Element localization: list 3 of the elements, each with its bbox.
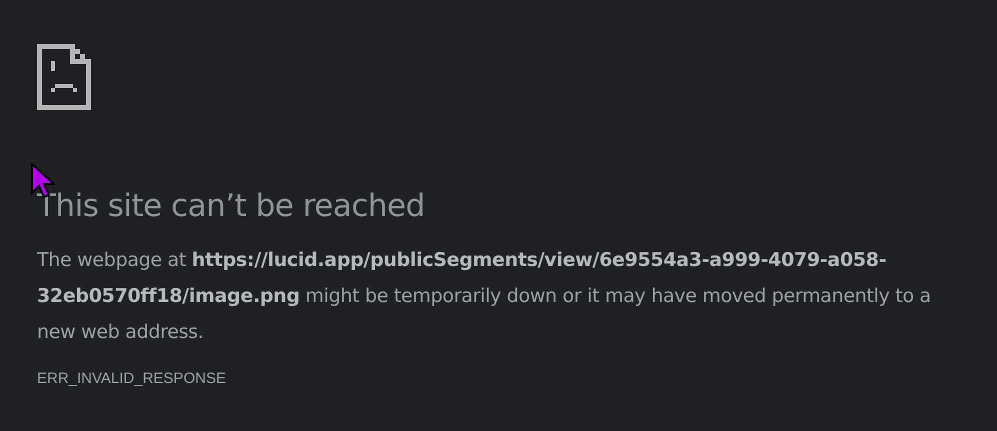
error-message: The webpage at https://lucid.app/publicSegments/view/6e9554a3-a999-4079-a058-32eb0570ff18/image.png might be temporarily down or it may have moved permanently to a new web address.	[37, 248, 932, 345]
sad-page-icon	[37, 44, 91, 110]
error-code: ERR_INVALID_RESPONSE	[37, 370, 227, 387]
